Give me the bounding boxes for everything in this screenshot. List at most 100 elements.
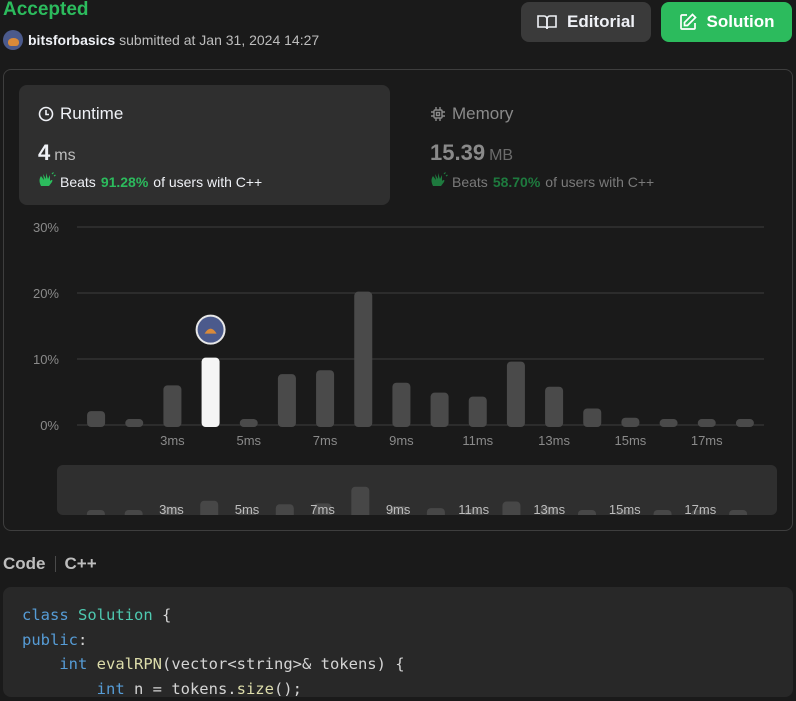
solution-label: Solution	[707, 12, 775, 32]
chart-bar[interactable]	[660, 419, 678, 427]
editorial-label: Editorial	[567, 12, 635, 32]
y-tick-label: 20%	[33, 286, 59, 301]
code-token: class	[22, 606, 69, 624]
minimap-tick-label: 15ms	[609, 502, 641, 515]
chart-bar[interactable]	[87, 411, 105, 427]
minimap-bar	[351, 487, 369, 515]
y-tick-label: 30%	[33, 220, 59, 235]
x-tick-label: 7ms	[313, 433, 338, 448]
code-line: public:	[22, 628, 774, 653]
code-token: evalRPN	[97, 655, 162, 673]
chart-bar[interactable]	[698, 419, 716, 427]
memory-beats-percent: 58.70%	[493, 174, 540, 190]
memory-beats: Beats 58.70% of users with C++	[430, 172, 654, 191]
result-panel: Runtime 4ms Beats 91.28% of users with C…	[3, 69, 793, 531]
minimap-bar	[502, 502, 520, 515]
minimap-bar	[427, 508, 445, 515]
code-language: C++	[65, 554, 97, 574]
runtime-distribution-chart[interactable]: 0% 10% 20% 30% 3ms 5ms 7ms 9ms 11ms 13ms 15ms 17ms	[4, 210, 792, 465]
minimap-bar	[200, 501, 218, 515]
code-token	[69, 606, 78, 624]
minimap-bar	[125, 510, 143, 515]
chart-bar[interactable]	[736, 419, 754, 427]
memory-number: 15.39	[430, 140, 485, 165]
code-token: {	[153, 606, 172, 624]
selected-bar[interactable]	[202, 358, 220, 427]
runtime-beats-label: Beats	[60, 174, 96, 190]
x-tick-label: 17ms	[691, 433, 723, 448]
memory-card[interactable]: Memory 15.39MB Beats 58.70% of users wit…	[411, 85, 782, 205]
edit-icon	[679, 13, 697, 31]
code-token: ();	[274, 680, 302, 698]
code-token: :	[78, 631, 87, 649]
chart-range-selector[interactable]: 3ms 5ms 7ms 9ms 11ms 13ms 15ms 17ms	[57, 465, 777, 515]
chart-bar[interactable]	[392, 383, 410, 427]
chart-bar[interactable]	[278, 374, 296, 427]
chart-bar[interactable]	[316, 370, 334, 427]
code-token	[22, 680, 97, 698]
minimap-tick-label: 3ms	[159, 502, 184, 515]
x-tick-label: 13ms	[538, 433, 570, 448]
code-header-divider	[55, 556, 56, 572]
submission-status: Accepted	[3, 0, 89, 21]
submitter-info: bitsforbasics submitted at Jan 31, 2024 …	[3, 30, 319, 50]
submission-header: Accepted bitsforbasics submitted at Jan …	[0, 0, 796, 60]
x-tick-label: 5ms	[236, 433, 261, 448]
minimap-tick-label: 11ms	[458, 502, 489, 515]
code-token: (vector<string>& tokens) {	[162, 655, 405, 673]
code-line: class Solution {	[22, 603, 774, 628]
code-token: int	[59, 655, 87, 673]
chart-bar[interactable]	[125, 419, 143, 427]
minimap-tick-label: 9ms	[386, 502, 411, 515]
minimap-tick-label: 7ms	[310, 502, 335, 515]
minimap-tick-label: 17ms	[684, 502, 716, 515]
chart-bar[interactable]	[545, 387, 563, 427]
y-tick-label: 0%	[40, 418, 59, 433]
minimap-chart[interactable]: 3ms 5ms 7ms 9ms 11ms 13ms 15ms 17ms	[57, 465, 777, 515]
minimap-bar	[654, 510, 672, 515]
your-submission-avatar	[197, 316, 225, 344]
code-token	[87, 655, 96, 673]
code-token: size	[237, 680, 274, 698]
chart-bar[interactable]	[469, 397, 487, 427]
code-block[interactable]: class Solution {public: int evalRPN(vect…	[3, 587, 793, 697]
memory-unit: MB	[489, 147, 513, 164]
minimap-bar	[729, 510, 747, 515]
user-avatar[interactable]	[3, 30, 23, 50]
chart-bar[interactable]	[163, 385, 181, 427]
y-tick-label: 10%	[33, 352, 59, 367]
code-header: Code C++	[3, 554, 97, 574]
x-tick-label: 11ms	[462, 433, 493, 448]
code-line: int n = tokens.size();	[22, 677, 774, 701]
clap-icon	[430, 172, 448, 191]
code-section-label: Code	[3, 554, 46, 574]
x-tick-label: 3ms	[160, 433, 185, 448]
solution-button[interactable]: Solution	[661, 2, 792, 42]
chip-icon	[430, 106, 446, 122]
chart-bar[interactable]	[507, 362, 525, 427]
runtime-beats-percent: 91.28%	[101, 174, 148, 190]
username-link[interactable]: bitsforbasics	[28, 32, 115, 48]
editorial-button[interactable]: Editorial	[521, 2, 651, 42]
memory-title: Memory	[452, 104, 513, 124]
memory-beats-label: Beats	[452, 174, 488, 190]
chart-bar[interactable]	[583, 409, 601, 428]
chart-bar[interactable]	[621, 418, 639, 427]
x-tick-label: 9ms	[389, 433, 414, 448]
code-line: int evalRPN(vector<string>& tokens) {	[22, 652, 774, 677]
submitted-time: submitted at Jan 31, 2024 14:27	[119, 32, 319, 48]
minimap-tick-label: 5ms	[235, 502, 260, 515]
chart-bar[interactable]	[240, 419, 258, 427]
clock-icon	[38, 106, 54, 122]
runtime-card[interactable]: Runtime 4ms Beats 91.28% of users with C…	[19, 85, 390, 205]
runtime-number: 4	[38, 140, 50, 165]
x-tick-label: 15ms	[615, 433, 647, 448]
chart-bar[interactable]	[354, 292, 372, 427]
code-token	[22, 655, 59, 673]
minimap-tick-label: 13ms	[533, 502, 565, 515]
runtime-header: Runtime	[38, 104, 123, 124]
runtime-beats: Beats 91.28% of users with C++	[38, 172, 262, 191]
chart-bar[interactable]	[431, 393, 449, 427]
code-token: int	[97, 680, 125, 698]
code-token: n = tokens.	[125, 680, 237, 698]
